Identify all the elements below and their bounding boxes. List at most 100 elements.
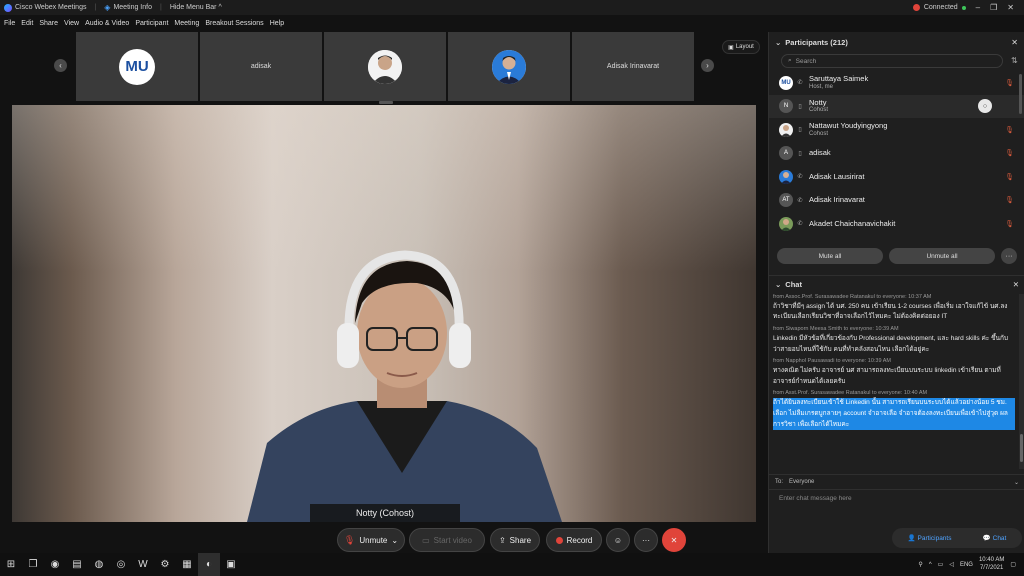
mic-muted-icon: 🎙 <box>1005 220 1014 228</box>
clock[interactable]: 10:40 AM 7/7/2021 <box>979 557 1004 571</box>
video-thumbnail[interactable]: adisak <box>200 32 322 101</box>
menu-view[interactable]: View <box>64 20 79 27</box>
close-chat-button[interactable]: ✕ <box>1013 280 1019 289</box>
collapse-icon[interactable]: ⌄ <box>775 280 781 289</box>
reactions-button[interactable]: ☺ <box>606 528 630 552</box>
menu-share[interactable]: Share <box>39 20 58 27</box>
participant-row[interactable]: ✆ Adisak Lausirirat 🎙 <box>769 165 1024 189</box>
windows-start-icon[interactable]: ⊞ <box>0 553 22 576</box>
start-video-label: Start video <box>433 535 472 545</box>
people-icon[interactable]: ⚲ <box>918 561 922 568</box>
avatar: N <box>779 99 793 114</box>
chat-scrollbar[interactable] <box>1019 294 1024 469</box>
participant-row[interactable]: AT ✆ Adisak Irinavarat 🎙 <box>769 189 1024 213</box>
more-options-button[interactable]: ··· <box>634 528 658 552</box>
close-icon: ✕ <box>670 535 678 545</box>
unmute-all-button[interactable]: Unmute all <box>889 248 995 264</box>
menu-help[interactable]: Help <box>270 20 284 27</box>
line-app-icon[interactable]: ◍ <box>88 553 110 576</box>
video-thumbnail[interactable]: MU <box>76 32 198 101</box>
file-explorer-icon[interactable]: ▤ <box>66 553 88 576</box>
menu-audio-video[interactable]: Audio & Video <box>85 20 129 27</box>
unmute-button[interactable]: 🎙 Unmute ⌄ <box>337 528 405 552</box>
main-video[interactable] <box>12 105 756 522</box>
participant-photo <box>368 49 402 84</box>
record-button[interactable]: Record <box>546 528 602 552</box>
chrome-icon[interactable]: ◉ <box>44 553 66 576</box>
chat-bubble-icon[interactable]: ○ <box>978 99 992 114</box>
tab-participants[interactable]: 👤 Participants <box>908 534 952 542</box>
menu-breakout-sessions[interactable]: Breakout Sessions <box>205 20 263 27</box>
participant-row[interactable]: A ▯ adisak 🎙 <box>769 142 1024 166</box>
minimize-button[interactable]: – <box>976 3 980 12</box>
video-thumbnail[interactable] <box>324 32 446 101</box>
sort-icon[interactable]: ⇅ <box>1011 56 1018 65</box>
network-icon[interactable]: ▭ <box>938 561 944 568</box>
share-button[interactable]: ⇪ Share <box>490 528 540 552</box>
close-window-button[interactable]: ✕ <box>1007 3 1014 12</box>
task-view-icon[interactable]: ❐ <box>22 553 44 576</box>
menu-edit[interactable]: Edit <box>21 20 33 27</box>
participant-row[interactable]: ✆ Akadet Chaichanavichakit 🎙 <box>769 212 1024 236</box>
participant-scrollbar[interactable] <box>1019 74 1022 114</box>
volume-icon[interactable]: ◁ <box>949 561 954 568</box>
browser-icon[interactable]: ◎ <box>110 553 132 576</box>
meeting-info-button[interactable]: Meeting Info <box>113 4 152 11</box>
chat-recipient-select[interactable]: To: Everyone ⌄ <box>769 474 1024 490</box>
files-icon[interactable]: ▦ <box>176 553 198 576</box>
chat-sender: from Napphol Pausawadi to everyone: 10:3… <box>773 358 892 365</box>
app-title: Cisco Webex Meetings <box>15 4 87 11</box>
collapse-icon[interactable]: ⌄ <box>775 38 781 47</box>
strip-prev-button[interactable]: ‹ <box>54 59 67 72</box>
unmute-label: Unmute <box>359 535 388 545</box>
webex-icon[interactable]: ◐ <box>198 553 220 576</box>
mic-muted-icon: 🎙 <box>1005 197 1014 205</box>
layout-button[interactable]: ▣ Layout <box>722 40 760 54</box>
mu-logo-icon: MU <box>119 48 155 85</box>
participant-row[interactable]: ▯ Nattawut Youdyingyong Cohost 🎙 <box>769 118 1024 142</box>
chat-sender: from Siwaporn Meesa Smith to everyone: 1… <box>773 326 899 333</box>
person-icon: 👤 <box>907 535 916 542</box>
chevron-up-icon[interactable]: ^ <box>929 562 932 568</box>
menu-participant[interactable]: Participant <box>135 20 168 27</box>
participants-more-button[interactable]: ··· <box>1001 248 1017 264</box>
participant-row[interactable]: MU ✆ Saruttaya Saimek Host, me 🎙 <box>769 71 1024 95</box>
menu-meeting[interactable]: Meeting <box>174 20 199 27</box>
mute-all-button[interactable]: Mute all <box>777 248 883 264</box>
phone-icon: ✆ <box>797 174 803 181</box>
clock-date: 7/7/2021 <box>979 564 1004 571</box>
computer-icon: ▯ <box>798 127 802 134</box>
chat-input[interactable]: Enter chat message here <box>779 495 852 502</box>
settings-icon[interactable]: ⚙ <box>154 553 176 576</box>
menu-file[interactable]: File <box>4 20 15 27</box>
chat-text: Linkedin มีหัวข้อที่เกี่ยวข้องกับ Profes… <box>773 334 1009 353</box>
participant-name: Akadet Chaichanavichakit <box>809 218 896 228</box>
participant-row[interactable]: N ▯ Notty Cohost ○ <box>769 94 1024 118</box>
participant-search-input[interactable]: ⌕ Search <box>781 54 1003 68</box>
chat-sender: from Assoc.Prof. Surasawadee Ratanakul t… <box>773 294 932 300</box>
participants-title: Participants (212) <box>785 37 848 47</box>
close-participants-button[interactable]: ✕ <box>1011 38 1018 47</box>
hide-menu-bar-button[interactable]: Hide Menu Bar ^ <box>170 4 222 11</box>
info-icon: ◈ <box>104 3 111 12</box>
app-icon[interactable]: ▣ <box>220 553 242 576</box>
restore-button[interactable]: ❐ <box>990 3 997 12</box>
tab-chat[interactable]: 💬 Chat <box>983 534 1007 542</box>
avatar: A <box>779 146 793 161</box>
participant-name: Saruttaya Saimek <box>809 74 869 84</box>
end-meeting-button[interactable]: ✕ <box>662 528 686 552</box>
speaker-video-image <box>247 250 562 522</box>
chat-text: ถ้าวิชาที่มีๆ assign ได้ นศ. 250 คน เข้า… <box>773 302 1008 321</box>
start-video-button[interactable]: ▭ Start video <box>409 528 485 552</box>
notifications-icon[interactable]: ▢ <box>1010 561 1016 568</box>
video-thumbnail[interactable]: Adisak Irinavarat <box>572 32 694 101</box>
language-indicator[interactable]: ENG <box>960 562 973 568</box>
connection-status[interactable]: Connected <box>912 4 966 11</box>
strip-next-button[interactable]: › <box>701 59 714 72</box>
chat-sender: from Asst.Prof. Surasawadee Ratanakul to… <box>773 390 928 397</box>
thumbnail-name: Adisak Irinavarat <box>606 63 660 70</box>
video-thumbnail[interactable] <box>448 32 570 101</box>
strip-resize-handle[interactable] <box>379 101 393 104</box>
chat-scroll-thumb[interactable] <box>1020 434 1023 462</box>
word-icon[interactable]: W <box>132 553 154 576</box>
